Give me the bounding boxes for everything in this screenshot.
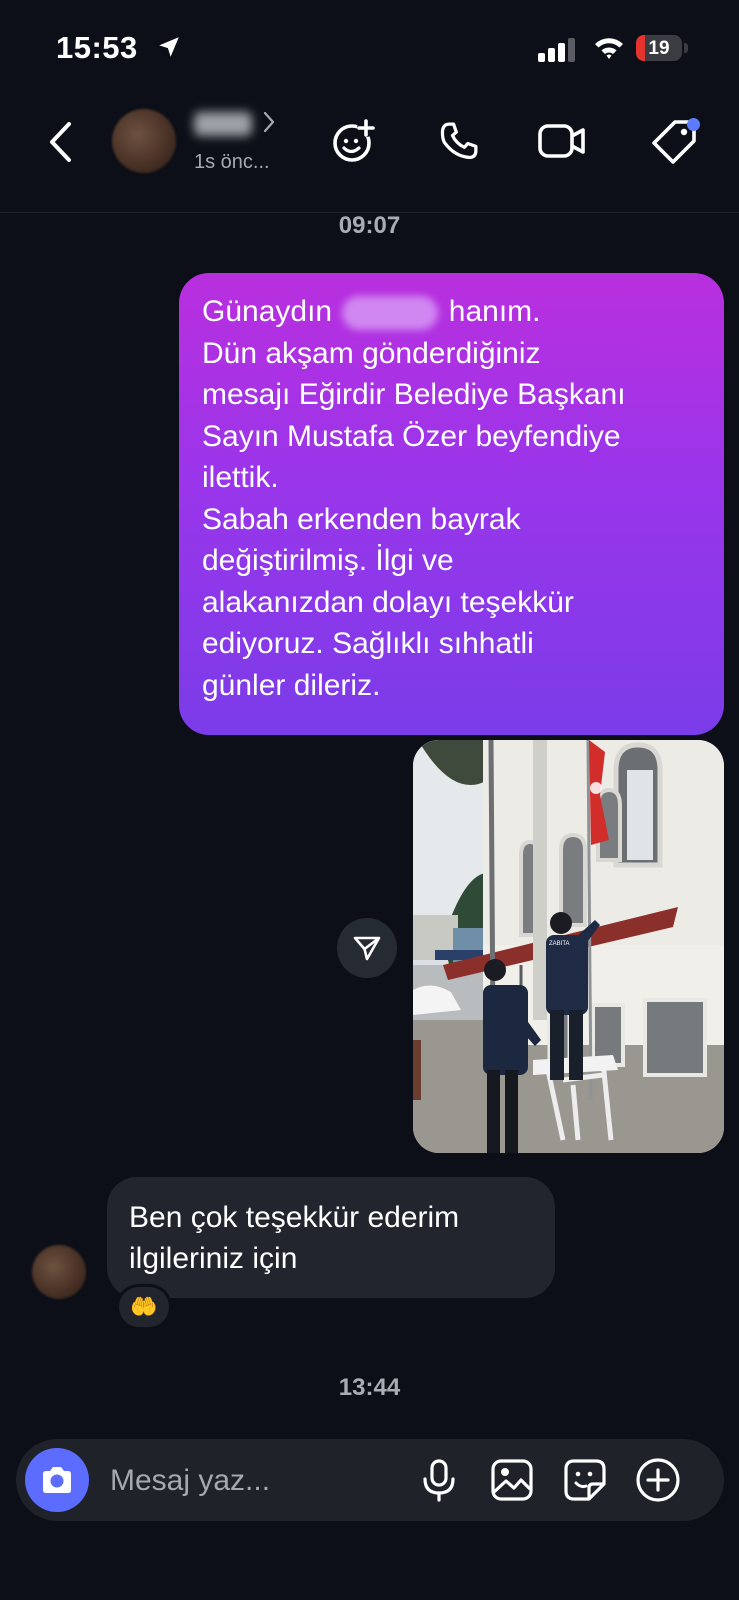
- message-text: ilettik.: [202, 461, 279, 494]
- effects-button[interactable]: [328, 114, 382, 168]
- photo-image: ZABITA: [413, 740, 724, 1153]
- message-text: hanım.: [448, 295, 541, 328]
- gallery-icon: [491, 1459, 533, 1501]
- back-icon: [50, 122, 71, 162]
- incoming-message-bubble[interactable]: Ben çok teşekkür ederim ilgileriniz için: [107, 1177, 555, 1298]
- camera-icon: [43, 1467, 71, 1493]
- sticker-button[interactable]: [560, 1455, 610, 1505]
- phone-icon: [440, 122, 478, 160]
- contact-name-redacted[interactable]: [194, 112, 252, 136]
- message-text: Sabah erkenden bayrak: [202, 502, 521, 536]
- chat-header: 1s önc...: [0, 100, 739, 213]
- message-text: günler dileriz.: [202, 668, 381, 702]
- sender-avatar[interactable]: [32, 1245, 86, 1299]
- message-text: ediyoruz. Sağlıklı sıhhatli: [202, 627, 534, 660]
- message-text: Dün akşam gönderdiğiniz: [202, 336, 541, 370]
- gallery-button[interactable]: [487, 1455, 537, 1505]
- outgoing-message-bubble[interactable]: Günaydın hanım. Dün akşam gönderdiğiniz …: [179, 273, 724, 735]
- chevron-right-icon[interactable]: [262, 110, 276, 134]
- effects-icon: [333, 119, 375, 162]
- message-text: Ben çok teşekkür ederim: [129, 1201, 460, 1234]
- message-text: Sayın Mustafa Özer beyfendiye: [202, 419, 621, 453]
- voice-call-button[interactable]: [432, 114, 486, 168]
- message-reaction[interactable]: 🤲: [116, 1284, 172, 1330]
- camera-button[interactable]: [25, 1448, 89, 1512]
- message-text: mesajı Eğirdir Belediye Başkanı: [202, 378, 626, 411]
- notification-dot: [687, 118, 700, 131]
- redacted-name: [342, 296, 439, 331]
- voice-message-button[interactable]: [414, 1455, 464, 1505]
- message-timestamp: 13:44: [338, 1374, 401, 1401]
- message-timestamp: 09:07: [338, 212, 401, 239]
- message-text: Günaydın: [202, 295, 333, 328]
- battery-percentage: 19: [648, 38, 670, 59]
- sticker-icon: [564, 1459, 606, 1501]
- message-input[interactable]: [108, 1439, 402, 1523]
- video-icon: [538, 124, 585, 158]
- location-arrow-icon: [159, 37, 179, 57]
- share-button[interactable]: [337, 918, 397, 978]
- message-composer: [16, 1439, 724, 1523]
- more-options-button[interactable]: [633, 1455, 683, 1505]
- back-button[interactable]: [40, 118, 80, 166]
- tag-button[interactable]: [648, 114, 702, 168]
- message-text: alakanızdan dolayı teşekkür: [202, 585, 574, 619]
- contact-status: 1s önc...: [194, 151, 270, 173]
- vest-text: ZABITA: [549, 941, 570, 947]
- plus-icon: [636, 1458, 680, 1502]
- reaction-emoji: 🤲: [130, 1294, 158, 1319]
- battery-tip: [684, 43, 688, 53]
- message-text: ilgileriniz için: [129, 1242, 298, 1275]
- status-bar: 15:53 19: [0, 0, 739, 100]
- status-time: 15:53: [56, 30, 138, 65]
- share-icon: [353, 936, 381, 961]
- microphone-icon: [423, 1459, 455, 1502]
- shared-photo[interactable]: ZABITA: [413, 740, 724, 1153]
- contact-avatar[interactable]: [112, 109, 176, 173]
- message-text: değiştirilmiş. İlgi ve: [202, 544, 454, 577]
- wifi-icon: [595, 38, 623, 59]
- video-call-button[interactable]: [535, 114, 589, 168]
- battery-indicator: 19: [636, 35, 682, 61]
- cellular-signal-icon: [538, 38, 575, 62]
